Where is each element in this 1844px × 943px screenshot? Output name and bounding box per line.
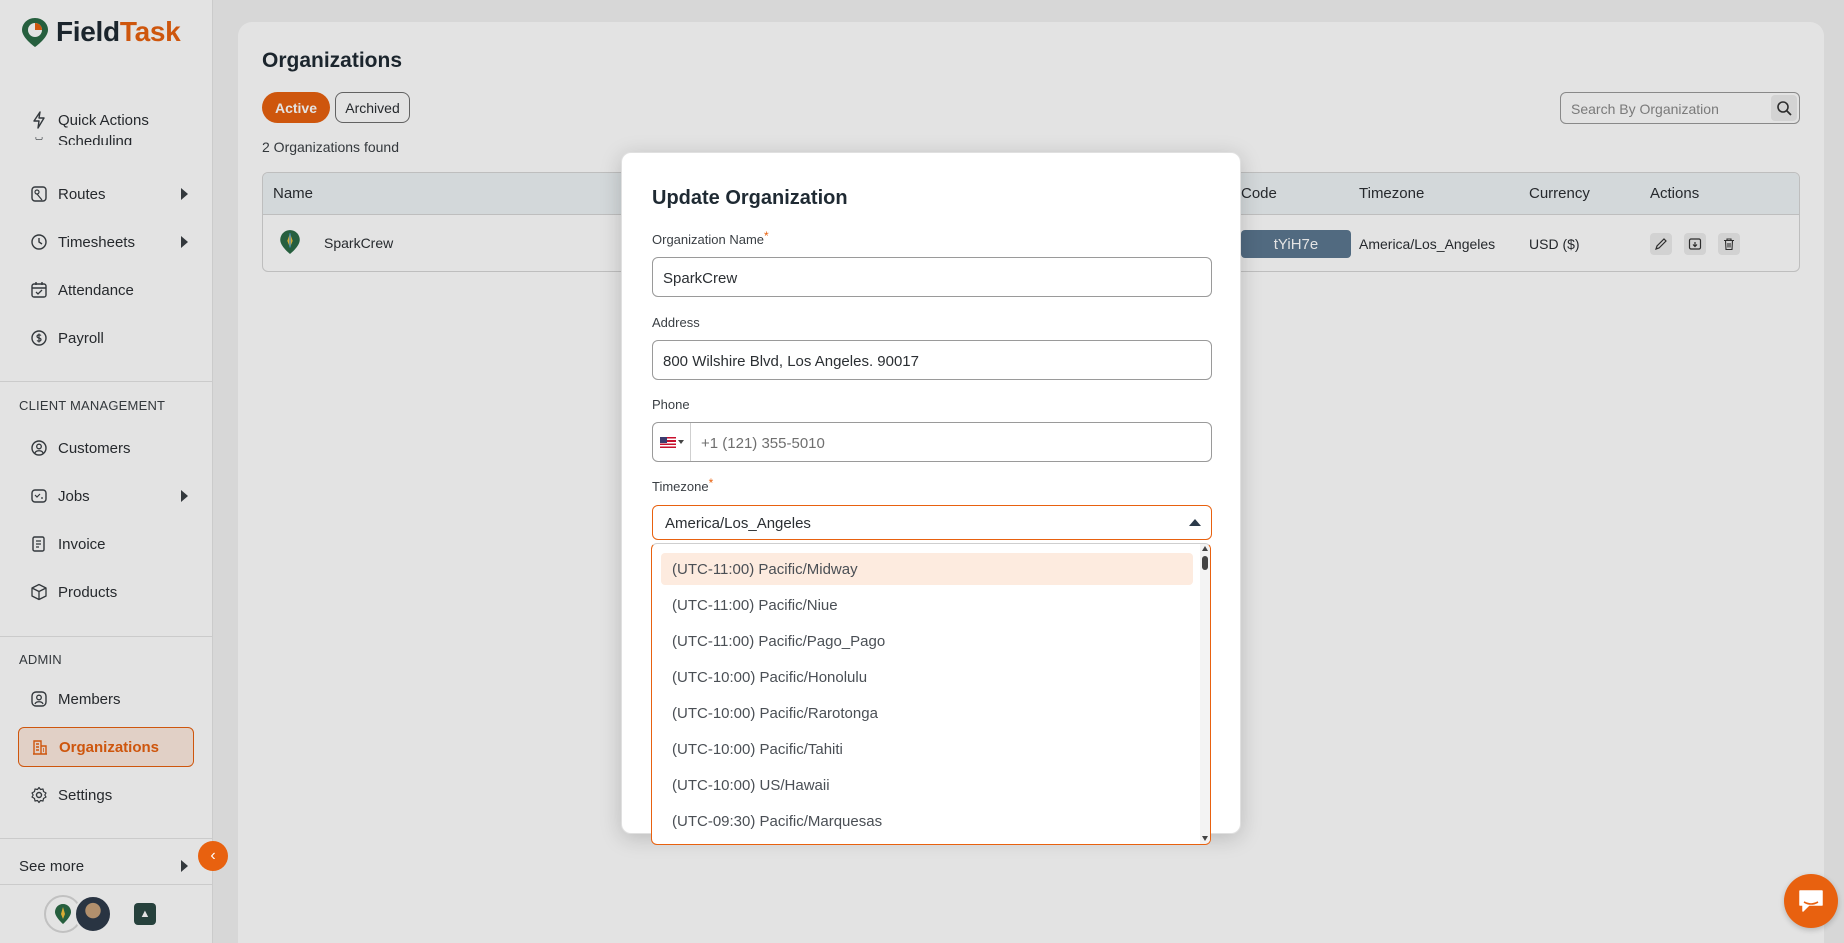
timezone-option[interactable]: (UTC-11:00) Pacific/Midway [661,553,1193,585]
address-label: Address [652,315,700,330]
required-mark: * [708,476,714,490]
us-flag-icon [659,436,676,448]
chevron-up-icon [1189,519,1201,526]
timezone-option[interactable]: (UTC-10:00) Pacific/Honolulu [661,661,1193,693]
address-input[interactable] [663,350,1193,372]
timezone-option[interactable]: (UTC-10:00) Pacific/Tahiti [661,733,1193,765]
dropdown-scrollbar[interactable] [1200,544,1210,844]
timezone-selected-value: America/Los_Angeles [665,515,811,532]
org-name-label: Organization Name* [652,229,769,247]
scroll-up-arrow-icon[interactable] [1202,546,1208,551]
phone-input[interactable] [701,432,1231,454]
collapse-sidebar-button[interactable]: ‹ [198,841,228,871]
chevron-down-icon [677,440,684,444]
chat-button[interactable] [1784,874,1838,928]
timezone-select[interactable]: America/Los_Angeles [652,505,1212,540]
phone-field-box [652,422,1231,462]
modal-title: Update Organization [652,187,848,209]
phone-label: Phone [652,397,690,412]
org-name-field-box [652,257,1212,297]
address-field-box [652,340,1212,380]
timezone-label: Timezone* [652,476,714,494]
timezone-option[interactable]: (UTC-11:00) Pacific/Niue [661,589,1193,621]
timezone-option[interactable]: (UTC-09:30) Pacific/Marquesas [661,805,1193,837]
scrollbar-thumb[interactable] [1202,556,1208,570]
timezone-option[interactable]: (UTC-11:00) Pacific/Pago_Pago [661,625,1193,657]
timezone-option[interactable]: (UTC-10:00) US/Hawaii [661,769,1193,801]
org-name-input[interactable] [663,267,1193,289]
country-code-select[interactable] [653,423,691,461]
timezone-option[interactable]: (UTC-10:00) Pacific/Rarotonga [661,697,1193,729]
chat-icon [1799,890,1823,912]
timezone-dropdown-list: (UTC-11:00) Pacific/Midway (UTC-11:00) P… [651,543,1211,845]
scroll-down-arrow-icon[interactable] [1202,836,1208,841]
required-mark: * [764,229,769,243]
